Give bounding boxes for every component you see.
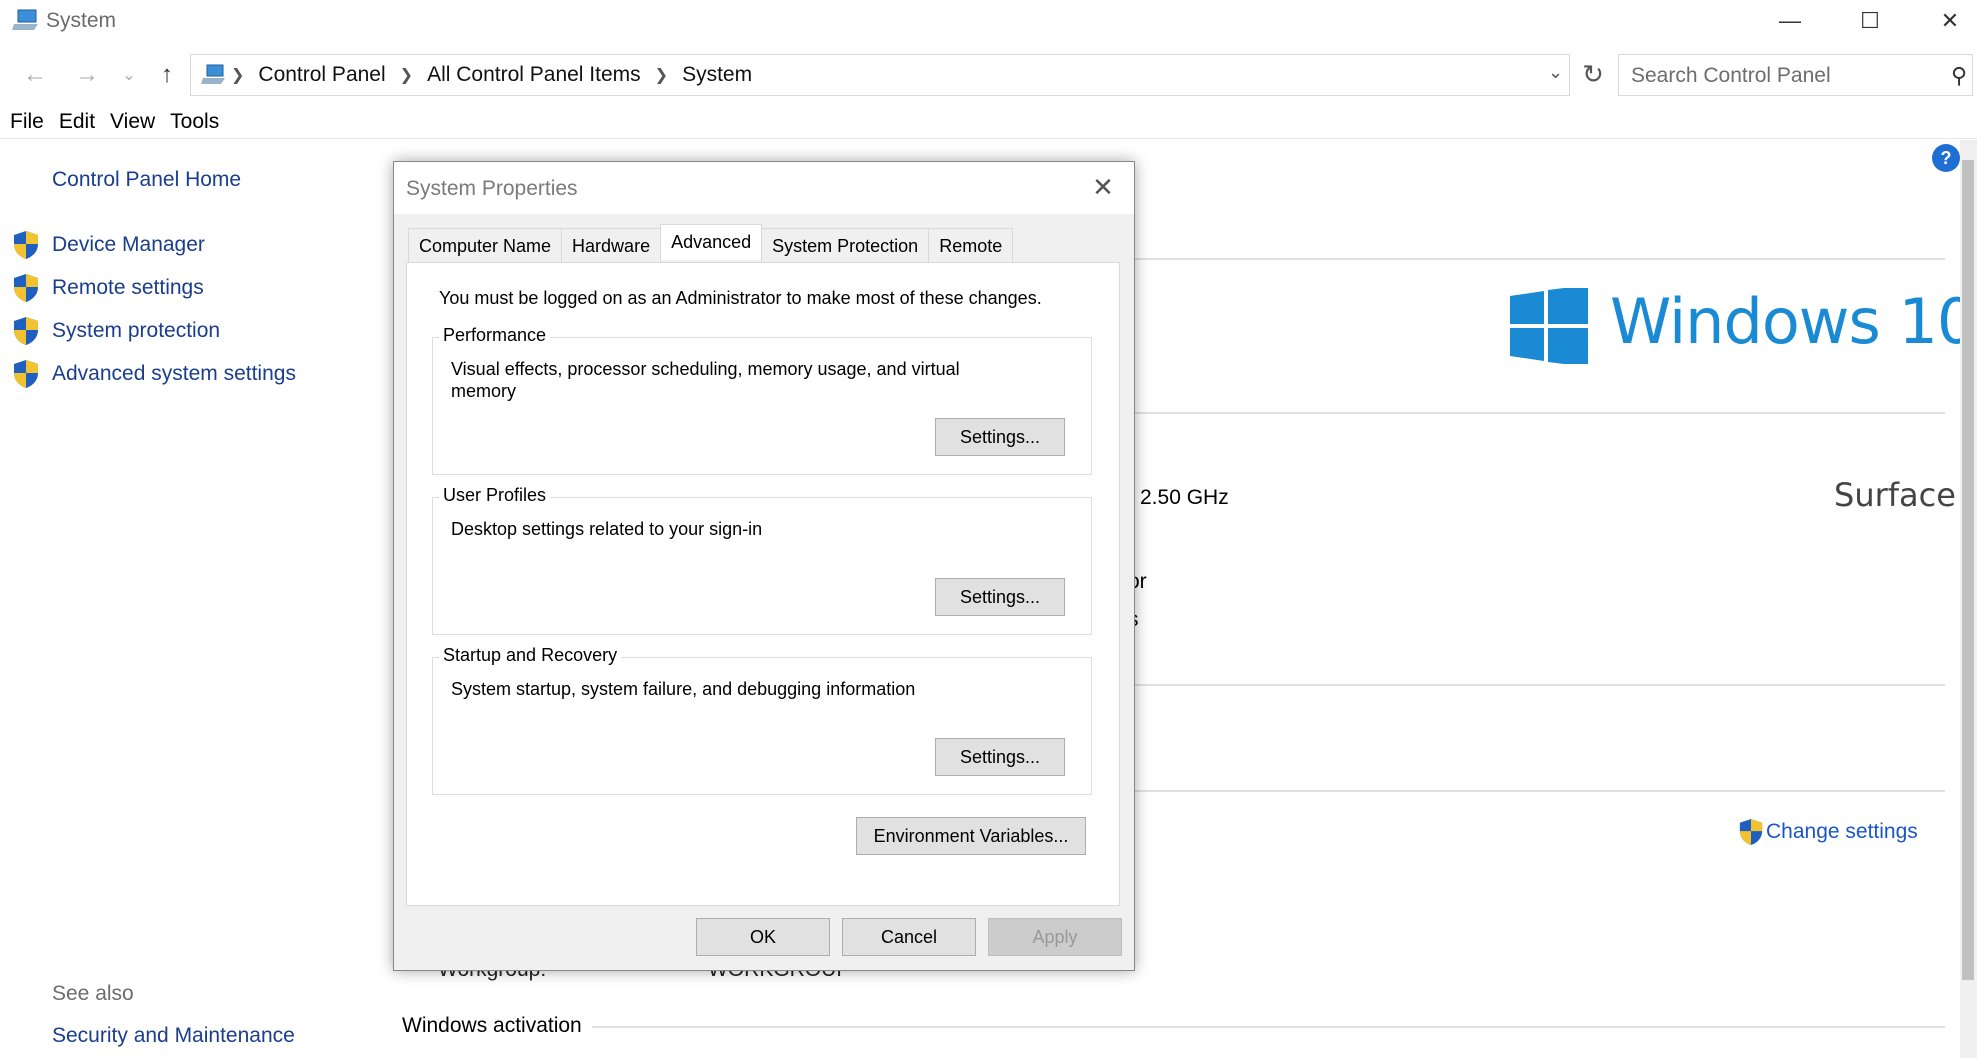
- windows-activation-heading: Windows activation: [402, 1014, 582, 1037]
- recent-locations-chevron-icon[interactable]: ⌄: [114, 60, 144, 90]
- uac-shield-icon: [14, 231, 38, 259]
- uac-shield-icon: [14, 274, 38, 302]
- user-profiles-settings-button[interactable]: Settings...: [935, 578, 1065, 616]
- control-panel-icon: [201, 64, 225, 84]
- address-bar[interactable]: ❯ Control Panel ❯ All Control Panel Item…: [190, 54, 1570, 96]
- cancel-button[interactable]: Cancel: [842, 918, 976, 956]
- menu-edit[interactable]: Edit: [59, 110, 95, 140]
- uac-shield-icon: [1739, 819, 1763, 845]
- sidebar-item-device-manager[interactable]: Device Manager: [12, 230, 205, 260]
- search-placeholder: Search Control Panel: [1631, 64, 1831, 87]
- chevron-right-icon[interactable]: ❯: [231, 65, 244, 85]
- section-divider: [1135, 684, 1945, 686]
- sidebar-item-system-protection[interactable]: System protection: [12, 316, 220, 346]
- help-icon[interactable]: ?: [1932, 144, 1960, 172]
- sidebar-item-label: Remote settings: [52, 276, 204, 299]
- performance-group: Performance Visual effects, processor sc…: [432, 325, 1092, 475]
- section-divider: [1135, 258, 1945, 260]
- change-settings-label: Change settings: [1766, 820, 1918, 843]
- section-divider: [1135, 412, 1945, 414]
- apply-button[interactable]: Apply: [988, 918, 1122, 956]
- dialog-title: System Properties: [406, 177, 578, 200]
- group-description: Desktop settings related to your sign-in: [451, 519, 763, 539]
- system-app-icon: [12, 9, 38, 30]
- scrollbar-thumb[interactable]: [1962, 160, 1974, 980]
- chevron-right-icon[interactable]: ❯: [400, 65, 413, 85]
- close-icon[interactable]: ✕: [1918, 0, 1977, 42]
- user-profiles-group: User Profiles Desktop settings related t…: [432, 485, 1092, 635]
- tab-strip: Computer Name Hardware Advanced System P…: [408, 224, 1014, 264]
- environment-variables-button[interactable]: Environment Variables...: [856, 817, 1086, 855]
- admin-note: You must be logged on as an Administrato…: [439, 288, 1042, 308]
- group-label: User Profiles: [439, 485, 551, 506]
- control-panel-home-link[interactable]: Control Panel Home: [52, 168, 241, 192]
- address-dropdown-chevron-icon[interactable]: ⌄: [1548, 62, 1563, 83]
- minimize-icon[interactable]: —: [1758, 0, 1822, 42]
- startup-recovery-group: Startup and Recovery System startup, sys…: [432, 645, 1092, 795]
- menu-view[interactable]: View: [110, 110, 155, 140]
- sidebar-item-label: System protection: [52, 319, 221, 342]
- startup-recovery-settings-button[interactable]: Settings...: [935, 738, 1065, 776]
- section-divider: [592, 1026, 1945, 1028]
- dialog-title-bar[interactable]: System Properties ✕: [394, 162, 1134, 214]
- group-label: Startup and Recovery: [439, 645, 622, 666]
- tab-computer-name[interactable]: Computer Name: [408, 228, 563, 264]
- security-and-maintenance-link[interactable]: Security and Maintenance: [52, 1024, 295, 1048]
- back-arrow-icon[interactable]: ←: [20, 60, 50, 90]
- menu-divider: [0, 138, 1977, 139]
- tab-remote[interactable]: Remote: [928, 228, 1014, 264]
- see-also-heading: See also: [52, 982, 134, 1005]
- forward-arrow-icon[interactable]: →: [72, 60, 102, 90]
- breadcrumb-system[interactable]: System: [682, 63, 752, 87]
- sidebar-item-advanced-system-settings[interactable]: Advanced system settings: [12, 359, 296, 389]
- menu-bar: File Edit View Tools: [0, 110, 219, 140]
- performance-settings-button[interactable]: Settings...: [935, 418, 1065, 456]
- group-description: System startup, system failure, and debu…: [451, 679, 916, 699]
- up-arrow-icon[interactable]: ↑: [152, 60, 182, 90]
- ok-button[interactable]: OK: [696, 918, 830, 956]
- sidebar-item-remote-settings[interactable]: Remote settings: [12, 273, 204, 303]
- sidebar-item-label: Device Manager: [52, 233, 205, 256]
- group-label: Performance: [439, 325, 551, 346]
- system-properties-dialog: System Properties ✕ Computer Name Hardwa…: [393, 161, 1135, 971]
- breadcrumb-all-items[interactable]: All Control Panel Items: [427, 63, 641, 87]
- uac-shield-icon: [14, 317, 38, 345]
- menu-tools[interactable]: Tools: [170, 110, 219, 140]
- menu-file[interactable]: File: [10, 110, 44, 140]
- refresh-icon[interactable]: ↻: [1578, 58, 1608, 90]
- tab-advanced[interactable]: Advanced: [660, 224, 763, 260]
- uac-shield-icon: [14, 360, 38, 388]
- surface-logo: Surface: [1834, 476, 1956, 514]
- search-icon[interactable]: ⚲: [1951, 63, 1967, 89]
- windows-10-wordmark: Windows 10: [1610, 285, 1976, 358]
- maximize-icon[interactable]: ☐: [1838, 0, 1902, 42]
- search-input[interactable]: Search Control Panel ⚲: [1618, 54, 1973, 96]
- sidebar-item-label: Advanced system settings: [52, 362, 296, 385]
- processor-speed-text: 2.50 GHz: [1140, 486, 1229, 509]
- breadcrumb: ❯ Control Panel ❯ All Control Panel Item…: [231, 63, 752, 87]
- windows-logo-icon: [1510, 288, 1588, 364]
- title-bar: System — ☐ ✕: [0, 0, 1977, 42]
- window-title: System: [46, 9, 117, 32]
- change-settings-link[interactable]: Change settings: [1738, 818, 1918, 846]
- breadcrumb-control-panel[interactable]: Control Panel: [258, 63, 385, 87]
- section-divider: [1135, 790, 1945, 792]
- tab-system-protection[interactable]: System Protection: [761, 228, 930, 264]
- chevron-right-icon[interactable]: ❯: [655, 65, 668, 85]
- tab-hardware[interactable]: Hardware: [561, 228, 662, 264]
- close-icon[interactable]: ✕: [1086, 172, 1120, 202]
- group-description: Visual effects, processor scheduling, me…: [451, 359, 960, 401]
